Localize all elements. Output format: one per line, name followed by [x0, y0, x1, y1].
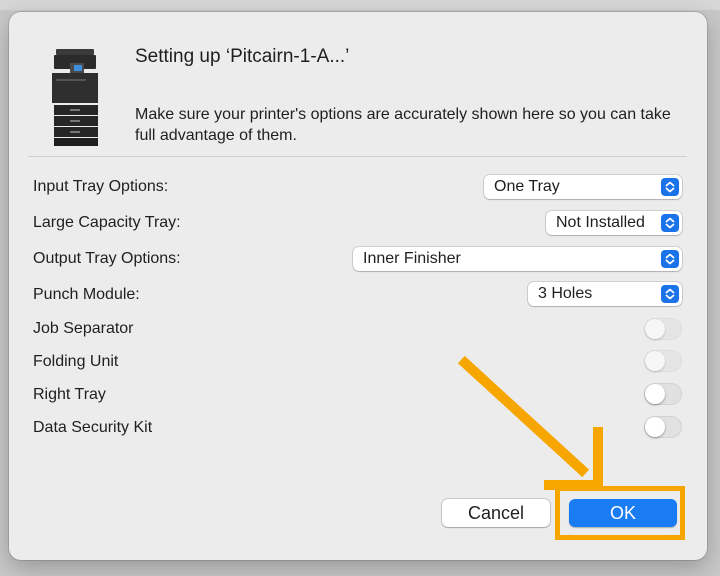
chevron-updown-icon [661, 214, 679, 232]
chevron-updown-icon [661, 178, 679, 196]
input-tray-select[interactable]: One Tray [484, 175, 682, 199]
input-tray-value: One Tray [494, 178, 560, 195]
cancel-button[interactable]: Cancel [442, 499, 550, 527]
toggle-knob [645, 319, 665, 339]
toggle-knob [645, 417, 665, 437]
output-tray-label: Output Tray Options: [33, 250, 181, 267]
divider [28, 156, 687, 157]
large-capacity-value: Not Installed [556, 214, 645, 231]
dialog-subtitle: Make sure your printer's options are acc… [135, 106, 671, 144]
background-window [0, 0, 720, 10]
printer-setup-dialog: Setting up ‘Pitcairn-1-A...’ Make sure y… [9, 12, 707, 560]
toggle-knob [645, 384, 665, 404]
folding-unit-toggle[interactable] [644, 350, 682, 372]
dialog-title: Setting up ‘Pitcairn-1-A...’ [135, 46, 350, 67]
right-tray-label: Right Tray [33, 386, 106, 403]
punch-module-select[interactable]: 3 Holes [528, 282, 682, 306]
punch-module-value: 3 Holes [538, 285, 593, 302]
folding-unit-label: Folding Unit [33, 353, 119, 370]
input-tray-label: Input Tray Options: [33, 178, 169, 195]
output-tray-select[interactable]: Inner Finisher [353, 247, 682, 271]
ok-button[interactable]: OK [569, 499, 677, 527]
job-separator-toggle[interactable] [644, 318, 682, 340]
printer-icon [52, 49, 98, 146]
large-capacity-label: Large Capacity Tray: [33, 214, 181, 231]
right-tray-toggle[interactable] [644, 383, 682, 405]
large-capacity-select[interactable]: Not Installed [546, 211, 682, 235]
toggle-knob [645, 351, 665, 371]
data-security-toggle[interactable] [644, 416, 682, 438]
punch-module-label: Punch Module: [33, 286, 140, 303]
job-separator-label: Job Separator [33, 320, 134, 337]
chevron-updown-icon [661, 285, 679, 303]
chevron-updown-icon [661, 250, 679, 268]
data-security-label: Data Security Kit [33, 419, 153, 436]
output-tray-value: Inner Finisher [363, 250, 461, 267]
